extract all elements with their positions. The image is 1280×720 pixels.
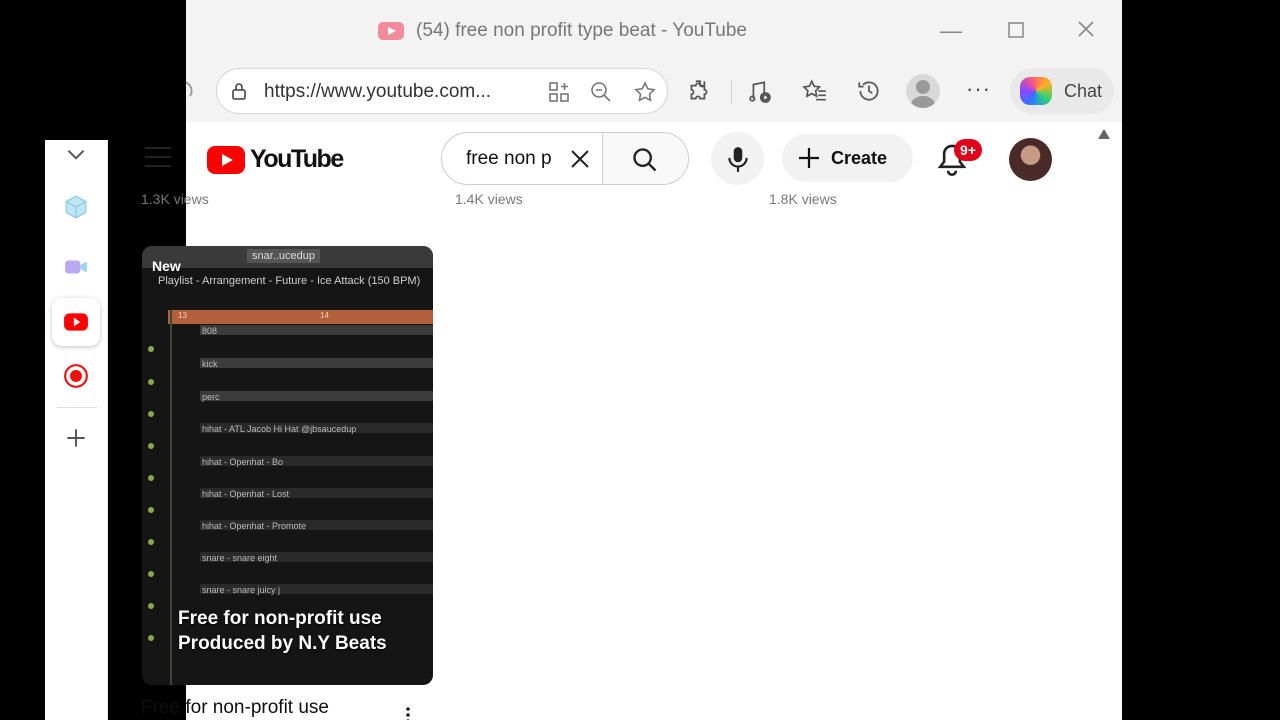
video-thumbnail[interactable]: snar..ucedup New Playlist - Arrangement …	[142, 246, 433, 685]
sidebar-divider	[57, 407, 97, 408]
cube-app-icon[interactable]	[63, 194, 89, 220]
daw-lane-label: perc	[202, 392, 220, 402]
youtube-logo[interactable]: YouTube	[207, 145, 344, 174]
daw-toolbar: snar..ucedup	[142, 246, 433, 268]
extensions-icon[interactable]	[686, 78, 712, 104]
youtube-app-icon[interactable]	[63, 309, 89, 335]
daw-lane-label: hihat - Openhat - Bo	[202, 457, 284, 467]
chevron-down-icon[interactable]	[63, 142, 89, 168]
daw-lane-label: snare - snare juicy j	[202, 585, 281, 595]
title-bar: (54) free non profit type beat - YouTube…	[186, 0, 1122, 62]
media-icon[interactable]	[748, 78, 774, 104]
youtube-favicon-icon	[378, 22, 404, 40]
refresh-icon[interactable]	[186, 76, 194, 100]
browser-profile-icon[interactable]	[906, 74, 940, 108]
video-views-2: 1.4K views	[455, 191, 523, 207]
close-window-button[interactable]	[1077, 20, 1095, 42]
search-input[interactable]: free non p	[466, 148, 552, 170]
search-button[interactable]	[602, 133, 688, 184]
add-app-icon[interactable]	[63, 425, 89, 451]
video-views-1: 1.3K views	[141, 191, 209, 207]
plus-icon	[799, 148, 819, 168]
daw-lane	[200, 391, 433, 401]
daw-pattern-tag: snar..ucedup	[247, 249, 320, 263]
copilot-icon	[1020, 77, 1052, 105]
voice-search-button[interactable]	[711, 132, 764, 185]
daw-playlist-title: Playlist - Arrangement - Future - Ice At…	[158, 275, 421, 287]
daw-mute-dot	[148, 346, 154, 352]
daw-lane-label: hihat - Openhat - Promote	[202, 521, 307, 531]
video-app-icon[interactable]	[63, 254, 89, 280]
address-bar[interactable]: https://www.youtube.com...	[216, 68, 668, 114]
daw-mute-dot	[148, 411, 154, 417]
youtube-logo-text: YouTube	[250, 145, 344, 173]
lock-icon[interactable]	[231, 82, 247, 100]
minimize-button[interactable]: —	[940, 20, 962, 42]
history-icon[interactable]	[856, 78, 882, 104]
mic-icon	[728, 147, 748, 172]
search-icon	[633, 148, 657, 172]
maximize-button[interactable]	[1008, 20, 1024, 42]
daw-mute-dot	[148, 507, 154, 513]
video-views-3: 1.8K views	[769, 191, 837, 207]
account-avatar[interactable]	[1009, 138, 1052, 181]
daw-mute-dot	[148, 635, 154, 641]
daw-lane-label: snare - snare eight	[202, 553, 278, 563]
ruler-mark: 14	[320, 311, 329, 320]
overlay-line-1: Free for non-profit use	[178, 608, 382, 629]
daw-lane	[200, 358, 433, 368]
app-grid-icon[interactable]	[547, 80, 571, 104]
ruler-mark: 13	[178, 311, 187, 320]
create-button[interactable]: Create	[782, 134, 913, 182]
maximize-icon	[1008, 22, 1024, 38]
scroll-up-arrow-icon[interactable]	[1098, 129, 1110, 139]
youtube-play-icon	[207, 145, 245, 174]
url-text: https://www.youtube.com...	[264, 81, 492, 102]
notification-badge: 9+	[954, 139, 982, 161]
daw-mute-dot	[148, 571, 154, 577]
daw-lane-label: hihat - ATL Jacob Hi Hat @jbsaucedup	[202, 424, 357, 434]
daw-mute-dot	[148, 379, 154, 385]
favorites-icon[interactable]	[802, 78, 828, 104]
more-options-icon[interactable]	[406, 707, 410, 720]
record-app-icon[interactable]	[63, 363, 89, 389]
overlay-line-2: Produced by N.Y Beats	[178, 633, 387, 654]
screen: (54) free non profit type beat - YouTube…	[0, 0, 1280, 720]
daw-lane	[200, 325, 433, 335]
window-title: (54) free non profit type beat - YouTube	[378, 20, 747, 42]
tab-title: (54) free non profit type beat - YouTube	[416, 20, 747, 41]
zoom-icon[interactable]	[589, 80, 613, 104]
favorite-star-icon[interactable]	[633, 80, 657, 104]
video-title[interactable]: Free for non-profit use	[141, 697, 329, 719]
create-label: Create	[831, 147, 888, 168]
daw-mute-dot	[148, 539, 154, 545]
daw-mute-dot	[148, 603, 154, 609]
search-box[interactable]: free non p	[441, 132, 689, 185]
daw-mute-dot	[148, 475, 154, 481]
close-icon	[1078, 21, 1094, 37]
toolbar-divider	[731, 80, 732, 104]
hamburger-icon[interactable]	[145, 147, 171, 169]
daw-lane-label: hihat - Openhat - Lost	[202, 489, 290, 499]
clear-icon[interactable]	[568, 147, 592, 171]
more-menu-button[interactable]: ···	[966, 76, 991, 102]
chat-label: Chat	[1064, 80, 1103, 101]
thumbnail-overlay-text: Free for non-profit use Produced by N.Y …	[178, 606, 387, 656]
daw-timeline-ruler: 13 14	[168, 310, 433, 324]
daw-playhead-line	[170, 310, 172, 685]
daw-lane-label: 808	[202, 326, 218, 336]
copilot-chat-button[interactable]: Chat	[1010, 68, 1114, 114]
browser-sidebar	[45, 140, 108, 720]
daw-lane-label: kick	[202, 359, 218, 369]
daw-mute-dot	[148, 443, 154, 449]
new-badge: New	[152, 258, 181, 274]
